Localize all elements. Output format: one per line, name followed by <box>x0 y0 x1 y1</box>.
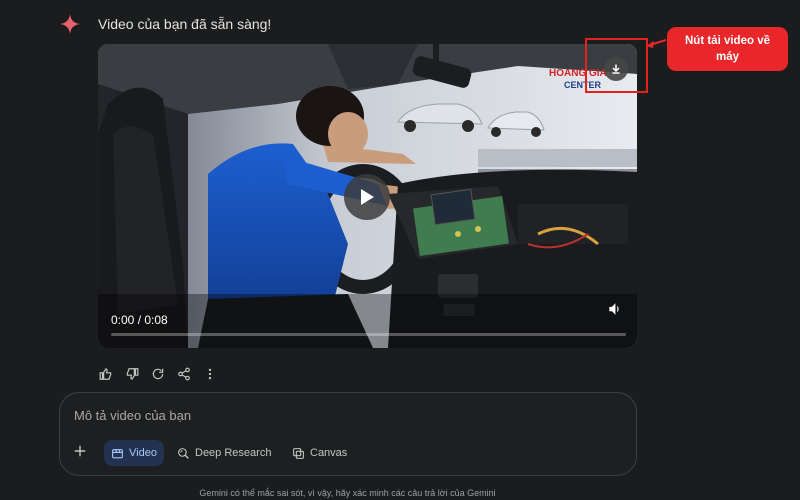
gemini-sparkle-icon <box>59 13 81 35</box>
disclaimer-text: Gemini có thể mắc sai sót, vì vậy, hãy x… <box>199 488 496 498</box>
canvas-icon <box>293 447 304 459</box>
video-icon <box>112 448 123 458</box>
callout-arrow-icon <box>646 39 667 48</box>
regenerate-icon[interactable] <box>150 366 166 382</box>
prompt-composer: Video Deep Research Canvas <box>59 392 637 476</box>
canvas-label: Canvas <box>310 447 348 459</box>
more-icon[interactable] <box>202 366 218 382</box>
video-chip-label: Video <box>129 447 157 459</box>
thumb-down-icon[interactable] <box>124 366 140 382</box>
deep-research-icon <box>178 447 189 459</box>
deep-research-chip[interactable]: Deep Research <box>170 440 278 466</box>
video-time: 0:00 / 0:08 <box>111 313 168 327</box>
video-progress-bar[interactable] <box>111 333 626 336</box>
thumb-up-icon[interactable] <box>98 366 114 382</box>
share-icon[interactable] <box>176 366 192 382</box>
download-highlight-box <box>585 38 648 93</box>
canvas-chip[interactable]: Canvas <box>285 440 354 466</box>
prompt-input[interactable] <box>74 405 614 425</box>
response-message: Video của bạn đã sẵn sàng! <box>98 16 272 32</box>
download-callout: Nút tải video về máy <box>667 27 788 71</box>
play-button[interactable] <box>344 174 390 220</box>
volume-icon[interactable] <box>608 302 622 321</box>
response-actions <box>98 366 218 382</box>
play-icon <box>361 189 374 205</box>
plus-icon <box>74 445 86 457</box>
video-tool-chip[interactable]: Video <box>104 440 164 466</box>
add-attachment-button[interactable] <box>73 444 87 463</box>
deep-research-label: Deep Research <box>195 447 272 459</box>
